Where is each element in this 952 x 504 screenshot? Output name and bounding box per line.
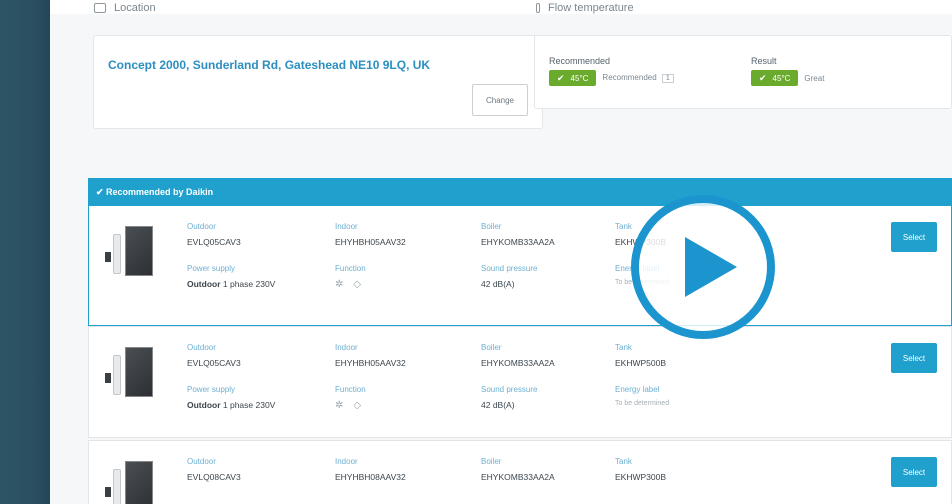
change-location-button[interactable]: Change bbox=[472, 84, 528, 116]
outdoor-field: Outdoor EVLQ08CAV3 bbox=[187, 457, 241, 482]
recommended-temp: Recommended ✔ 45°C Recommended 1 bbox=[549, 56, 674, 86]
tank-field: Tank EKHWP500B bbox=[615, 343, 667, 368]
indoor-field: Indoor EHYHBH05AAV32 bbox=[335, 343, 406, 368]
result-temp: Result ✔ 45°C Great bbox=[751, 56, 824, 86]
boiler-field: Boiler EHYKOMB33AA2A bbox=[481, 343, 555, 368]
product-image bbox=[103, 347, 153, 403]
drop-icon: ◇ bbox=[353, 400, 362, 411]
function-field: Function ✲ ◇ bbox=[335, 385, 366, 411]
indoor-field: Indoor EHYHBH08AAV32 bbox=[335, 457, 406, 482]
select-button[interactable]: Select bbox=[891, 343, 937, 373]
boiler-field: Boiler EHYKOMB33AA2A bbox=[481, 222, 555, 247]
thermometer-icon bbox=[536, 3, 540, 13]
recommended-header: ✔ Recommended by Daikin bbox=[88, 178, 952, 206]
product-image bbox=[103, 226, 153, 282]
heating-cooling-icon: ✲ bbox=[335, 279, 344, 290]
energy-field: Energy label To be determined bbox=[615, 385, 670, 407]
power-field: Power supply Outdoor 1 phase 230V bbox=[187, 264, 276, 289]
function-field: Function ✲ ◇ bbox=[335, 264, 366, 290]
tank-field: Tank EKHWP300B bbox=[615, 457, 667, 482]
unit-row-1: Outdoor EVLQ05CAV3 Indoor EHYHBH05AAV32 … bbox=[88, 206, 952, 326]
top-strip bbox=[50, 0, 952, 14]
result-temp-pill: ✔ 45°C bbox=[751, 70, 799, 86]
play-video-button[interactable] bbox=[631, 195, 775, 339]
outdoor-field: Outdoor EVLQ05CAV3 bbox=[187, 343, 241, 368]
play-icon bbox=[685, 237, 737, 297]
drop-icon: ◇ bbox=[353, 279, 362, 290]
location-address: Concept 2000, Sunderland Rd, Gateshead N… bbox=[108, 58, 431, 72]
unit-row-3: Outdoor EVLQ08CAV3 Indoor EHYHBH08AAV32 … bbox=[88, 440, 952, 504]
sound-field: Sound pressure 42 dB(A) bbox=[481, 264, 538, 289]
location-section-title: Location bbox=[94, 2, 156, 14]
power-field: Power supply Outdoor 1 phase 230V bbox=[187, 385, 276, 410]
temperature-section-title: Flow temperature bbox=[536, 2, 634, 14]
main-content: Location Flow temperature Concept 2000, … bbox=[50, 0, 952, 504]
indoor-field: Indoor EHYHBH05AAV32 bbox=[335, 222, 406, 247]
boiler-field: Boiler EHYKOMB33AA2A bbox=[481, 457, 555, 482]
temperature-card: Recommended ✔ 45°C Recommended 1 Result … bbox=[534, 35, 952, 109]
check-icon: ✔ bbox=[759, 72, 767, 83]
heating-cooling-icon: ✲ bbox=[335, 400, 344, 411]
select-button[interactable]: Select bbox=[891, 222, 937, 252]
select-button[interactable]: Select bbox=[891, 457, 937, 487]
recommended-temp-pill: ✔ 45°C bbox=[549, 70, 597, 86]
outdoor-field: Outdoor EVLQ05CAV3 bbox=[187, 222, 241, 247]
recommended-temp-count: 1 bbox=[661, 74, 674, 83]
sound-field: Sound pressure 42 dB(A) bbox=[481, 385, 538, 410]
product-image bbox=[103, 461, 153, 504]
sidebar bbox=[0, 0, 50, 504]
location-card: Concept 2000, Sunderland Rd, Gateshead N… bbox=[93, 35, 543, 129]
check-icon: ✔ bbox=[557, 72, 565, 83]
map-icon bbox=[94, 3, 106, 13]
unit-row-2: Outdoor EVLQ05CAV3 Indoor EHYHBH05AAV32 … bbox=[88, 326, 952, 438]
